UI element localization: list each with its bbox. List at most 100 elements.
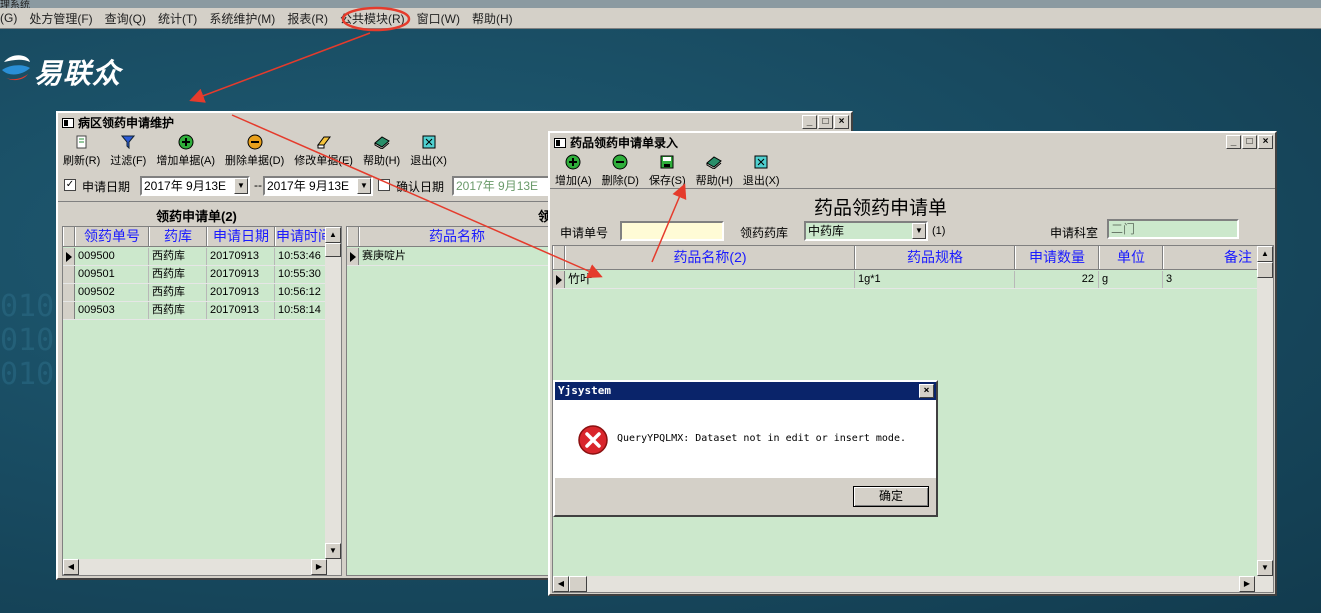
chevron-down-icon[interactable]: ▼ bbox=[912, 223, 926, 239]
col-header-date[interactable]: 申请日期 bbox=[207, 227, 275, 246]
close-button[interactable]: × bbox=[1258, 135, 1273, 149]
col-header-drug-name[interactable]: 药品名称(2) bbox=[565, 246, 855, 269]
cell-drug-name[interactable]: 竹叶 bbox=[565, 271, 855, 288]
minimize-button[interactable]: _ bbox=[802, 115, 817, 129]
table-row[interactable]: 赛庚啶片 bbox=[347, 248, 557, 266]
scroll-right-button[interactable]: ▶ bbox=[311, 559, 327, 575]
help-button[interactable]: 帮助(H) bbox=[691, 154, 738, 188]
confirm-date-checkbox[interactable] bbox=[378, 179, 390, 191]
exit-button[interactable]: 退出(X) bbox=[738, 154, 785, 188]
save-button[interactable]: 保存(S) bbox=[644, 154, 691, 188]
filter-button[interactable]: 过滤(F) bbox=[105, 134, 151, 168]
menu-item-prescription[interactable]: 处方管理(F) bbox=[29, 10, 92, 27]
menu-item-window[interactable]: 窗口(W) bbox=[417, 10, 460, 27]
col-header-drug-name[interactable]: 药品名称 bbox=[359, 227, 555, 246]
col-header-remark[interactable]: 备注 bbox=[1163, 246, 1259, 269]
add-document-button[interactable]: 增加单据(A) bbox=[151, 134, 220, 168]
ok-button[interactable]: 确定 bbox=[853, 486, 929, 507]
horizontal-scrollbar[interactable]: ◀ ▶ bbox=[553, 576, 1273, 592]
scroll-thumb[interactable] bbox=[569, 576, 587, 592]
table-row[interactable]: 竹叶 1g*1 22 g 3 bbox=[553, 271, 1259, 289]
grid-body: 竹叶 1g*1 22 g 3 bbox=[553, 271, 1259, 289]
date-filter-checkbox[interactable]: ✓ bbox=[64, 179, 76, 191]
table-row[interactable]: 009502 西药库 20170913 10:56:12 bbox=[63, 284, 327, 302]
cell-unit[interactable]: g bbox=[1099, 271, 1163, 288]
cell-time: 10:55:30 bbox=[275, 266, 327, 283]
row-indicator bbox=[63, 302, 75, 319]
delete-icon bbox=[612, 154, 628, 170]
vertical-scrollbar[interactable]: ▲ ▼ bbox=[1257, 246, 1273, 576]
cell-date: 20170913 bbox=[207, 266, 275, 283]
menu-item-statistics[interactable]: 统计(T) bbox=[158, 10, 197, 27]
refresh-button[interactable]: 刷新(R) bbox=[58, 134, 105, 168]
menu-item-public-module[interactable]: 公共模块(R) bbox=[340, 10, 405, 27]
chevron-down-icon[interactable]: ▼ bbox=[234, 178, 248, 194]
table-row[interactable]: 009501 西药库 20170913 10:55:30 bbox=[63, 266, 327, 284]
scroll-up-button[interactable]: ▲ bbox=[325, 227, 341, 243]
dialog-title: Yjsystem bbox=[558, 384, 611, 397]
scroll-thumb[interactable] bbox=[325, 243, 341, 257]
cell-order-no: 009500 bbox=[75, 248, 149, 265]
maximize-button[interactable]: □ bbox=[1242, 135, 1257, 149]
scroll-thumb[interactable] bbox=[1257, 262, 1273, 278]
cell-spec[interactable]: 1g*1 bbox=[855, 271, 1015, 288]
delete-button[interactable]: 删除(D) bbox=[597, 154, 644, 188]
col-header-quantity[interactable]: 申请数量 bbox=[1015, 246, 1099, 269]
add-document-label: 增加单据(A) bbox=[156, 155, 215, 167]
toolbar: 增加(A) 删除(D) 保存(S) 帮助(H) 退出(X) bbox=[550, 152, 1275, 188]
table-row[interactable]: 009500 西药库 20170913 10:53:46 bbox=[63, 248, 327, 266]
logo-text: 易联众 bbox=[34, 57, 122, 90]
cell-quantity[interactable]: 22 bbox=[1015, 271, 1099, 288]
scroll-left-button[interactable]: ◀ bbox=[553, 576, 569, 592]
drug-requisition-entry-window: 药品领药申请单录入 _ □ × 增加(A) 删除(D) 保存(S) 帮助(H) … bbox=[548, 131, 1277, 596]
vertical-scrollbar[interactable]: ▲ ▼ bbox=[325, 227, 341, 559]
add-button[interactable]: 增加(A) bbox=[550, 154, 597, 188]
error-dialog: Yjsystem × QueryYPQLMX: Dataset not in e… bbox=[553, 380, 938, 517]
col-header-unit[interactable]: 单位 bbox=[1099, 246, 1163, 269]
exit-label: 退出(X) bbox=[410, 155, 447, 167]
maximize-button[interactable]: □ bbox=[818, 115, 833, 129]
menu-bar: (G) 处方管理(F) 查询(Q) 统计(T) 系统维护(M) 报表(R) 公共… bbox=[0, 8, 1321, 29]
menu-item-system[interactable]: 系统维护(M) bbox=[209, 10, 275, 27]
table-row[interactable]: 009503 西药库 20170913 10:58:14 bbox=[63, 302, 327, 320]
department-field[interactable]: 二门 bbox=[1107, 219, 1239, 239]
scroll-left-button[interactable]: ◀ bbox=[63, 559, 79, 575]
col-header-time[interactable]: 申请时间 bbox=[275, 227, 327, 246]
dialog-title-bar[interactable]: Yjsystem × bbox=[555, 382, 936, 400]
help-button[interactable]: 帮助(H) bbox=[358, 134, 405, 168]
menu-item-query[interactable]: 查询(Q) bbox=[105, 10, 146, 27]
chevron-down-icon[interactable]: ▼ bbox=[357, 178, 371, 194]
date-from-field[interactable]: 2017年 9月13E ▼ bbox=[140, 176, 250, 196]
scroll-right-button[interactable]: ▶ bbox=[1239, 576, 1255, 592]
grid-body: 009500 西药库 20170913 10:53:46 009501 西药库 20170… bbox=[63, 248, 327, 320]
menu-item-help[interactable]: 帮助(H) bbox=[472, 10, 513, 27]
delete-document-button[interactable]: 删除单据(D) bbox=[220, 134, 289, 168]
dialog-message: QueryYPQLMX: Dataset not in edit or inse… bbox=[617, 433, 906, 444]
menu-item-reports[interactable]: 报表(R) bbox=[287, 10, 328, 27]
pharmacy-select[interactable]: 中药库 ▼ bbox=[804, 221, 928, 241]
minimize-button[interactable]: _ bbox=[1226, 135, 1241, 149]
menu-item-g[interactable]: (G) bbox=[0, 11, 17, 25]
close-button[interactable]: × bbox=[834, 115, 849, 129]
col-header-warehouse[interactable]: 药库 bbox=[149, 227, 207, 246]
window-title-bar[interactable]: 病区领药申请维护 _ □ × bbox=[58, 113, 851, 132]
window-title-bar[interactable]: 药品领药申请单录入 _ □ × bbox=[550, 133, 1275, 152]
edit-document-button[interactable]: 修改单据(E) bbox=[289, 134, 358, 168]
col-header-spec[interactable]: 药品规格 bbox=[855, 246, 1015, 269]
scroll-down-button[interactable]: ▼ bbox=[325, 543, 341, 559]
scroll-down-button[interactable]: ▼ bbox=[1257, 560, 1273, 576]
request-no-input[interactable] bbox=[620, 221, 724, 241]
delete-icon bbox=[247, 134, 263, 150]
window-title: 病区领药申请维护 bbox=[78, 116, 175, 130]
exit-button[interactable]: 退出(X) bbox=[405, 134, 452, 168]
horizontal-scrollbar[interactable]: ◀ ▶ bbox=[63, 559, 341, 575]
date-to-field[interactable]: 2017年 9月13E ▼ bbox=[263, 176, 373, 196]
delete-label: 删除(D) bbox=[601, 175, 639, 187]
confirm-date-field[interactable]: 2017年 9月13E bbox=[452, 176, 552, 196]
scroll-up-button[interactable]: ▲ bbox=[1257, 246, 1273, 262]
cell-time: 10:56:12 bbox=[275, 284, 327, 301]
dialog-close-button[interactable]: × bbox=[919, 384, 934, 398]
col-header-order-no[interactable]: 领药单号 bbox=[75, 227, 149, 246]
cell-remark[interactable]: 3 bbox=[1163, 271, 1259, 288]
confirm-date-label: 确认日期 bbox=[396, 180, 445, 194]
